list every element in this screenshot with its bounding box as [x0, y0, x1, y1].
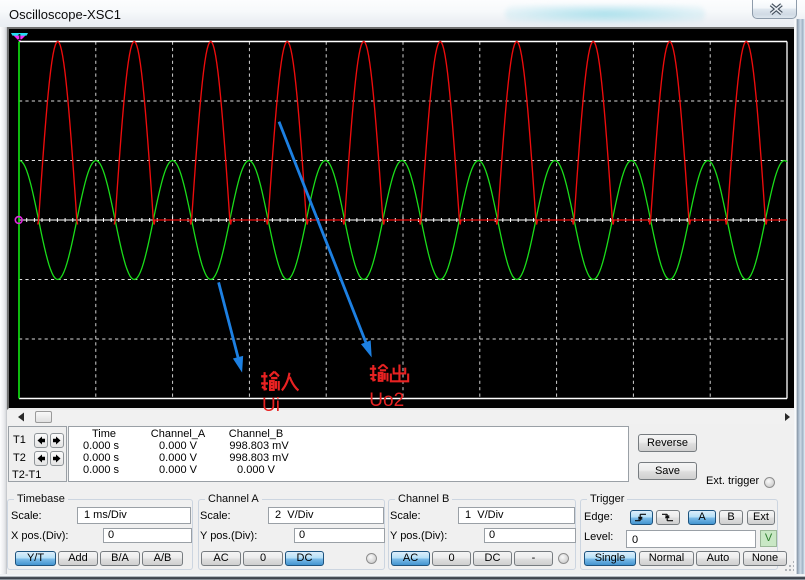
svg-text:1: 1	[17, 33, 22, 42]
svg-text:Uo2: Uo2	[369, 390, 404, 411]
svg-text:Ui: Ui	[262, 395, 280, 416]
